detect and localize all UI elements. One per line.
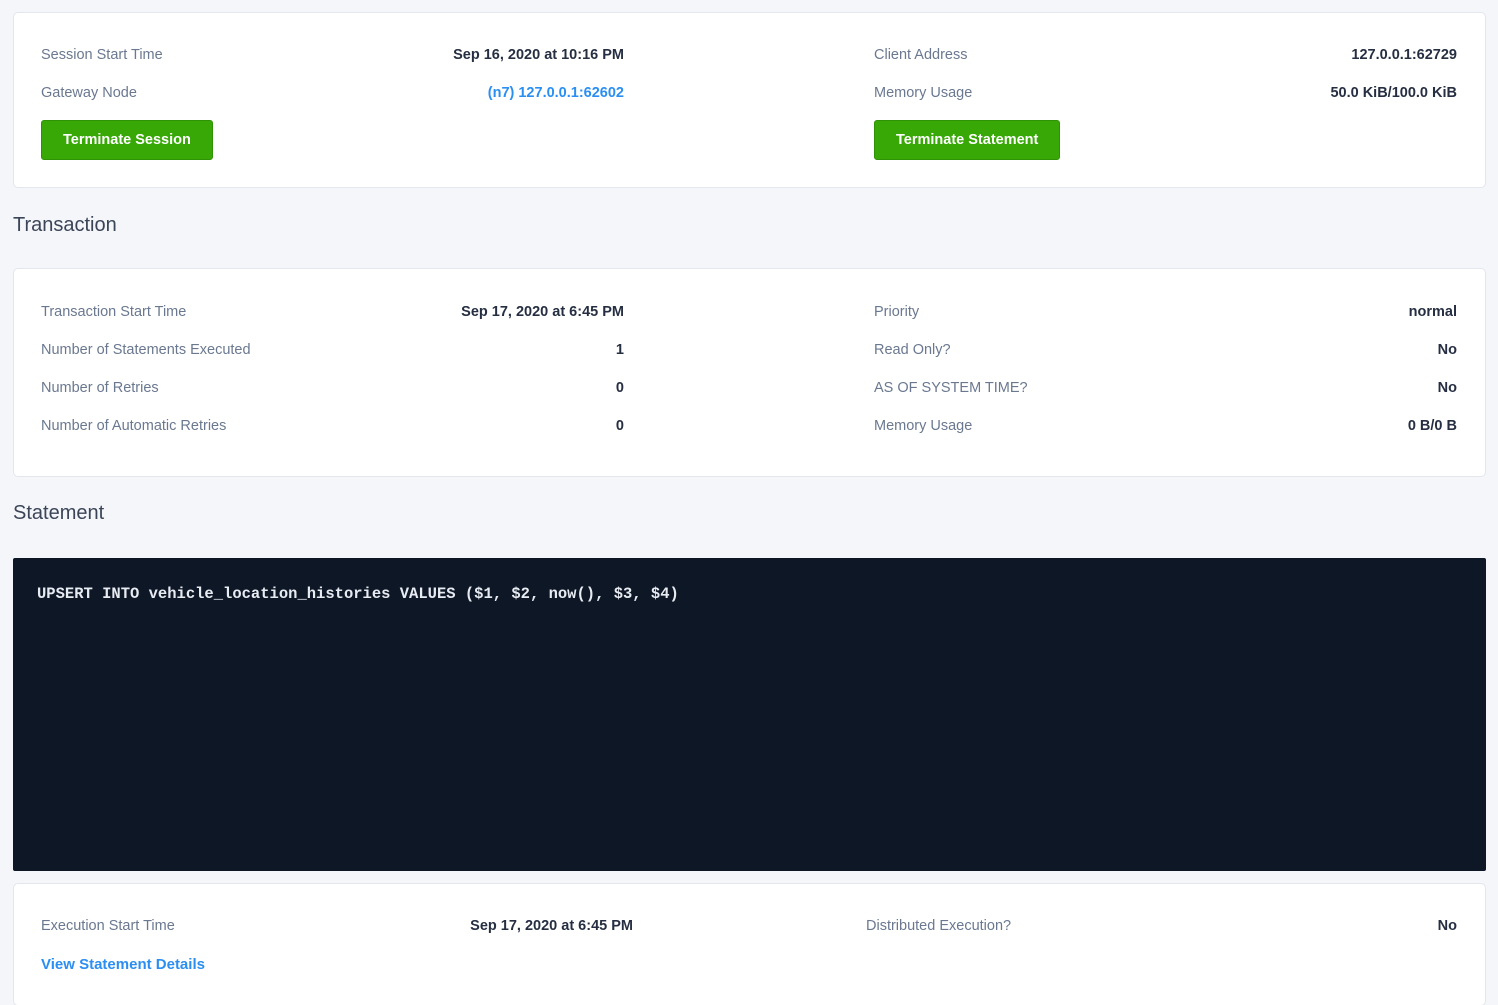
retries-label: Number of Retries — [41, 380, 159, 396]
automatic-retries-label: Number of Automatic Retries — [41, 418, 226, 434]
session-memory-usage-row: Memory Usage 50.0 KiB/100.0 KiB — [874, 74, 1457, 112]
execution-card-left-column: Execution Start Time Sep 17, 2020 at 6:4… — [41, 907, 633, 1005]
sql-statement-text: UPSERT INTO vehicle_location_histories V… — [37, 585, 679, 603]
distributed-execution-label: Distributed Execution? — [866, 918, 1011, 934]
session-summary-card: Session Start Time Sep 16, 2020 at 10:16… — [13, 12, 1486, 188]
statement-sql-box: UPSERT INTO vehicle_location_histories V… — [13, 558, 1486, 871]
statement-execution-card: Execution Start Time Sep 17, 2020 at 6:4… — [13, 883, 1486, 1005]
gateway-node-label: Gateway Node — [41, 85, 137, 101]
transaction-memory-usage-value: 0 B/0 B — [1408, 418, 1457, 434]
statement-section-title: Statement — [13, 500, 1486, 527]
retries-value: 0 — [616, 380, 624, 396]
statements-executed-value: 1 — [616, 342, 624, 358]
session-memory-usage-value: 50.0 KiB/100.0 KiB — [1330, 85, 1457, 101]
as-of-system-time-row: AS OF SYSTEM TIME? No — [874, 369, 1457, 407]
session-details-page: Session Start Time Sep 16, 2020 at 10:16… — [0, 0, 1498, 1005]
terminate-session-button[interactable]: Terminate Session — [41, 120, 213, 160]
session-start-time-label: Session Start Time — [41, 47, 163, 63]
client-address-row: Client Address 127.0.0.1:62729 — [874, 36, 1457, 74]
view-statement-details-row: View Statement Details — [41, 945, 633, 983]
transaction-section-title: Transaction — [13, 212, 1486, 239]
distributed-execution-row: Distributed Execution? No — [866, 907, 1457, 945]
transaction-memory-usage-row: Memory Usage 0 B/0 B — [874, 407, 1457, 445]
transaction-memory-usage-label: Memory Usage — [874, 418, 972, 434]
priority-label: Priority — [874, 304, 919, 320]
session-start-time-value: Sep 16, 2020 at 10:16 PM — [453, 47, 624, 63]
read-only-value: No — [1438, 342, 1457, 358]
execution-start-time-label: Execution Start Time — [41, 918, 175, 934]
transaction-start-time-row: Transaction Start Time Sep 17, 2020 at 6… — [41, 293, 624, 331]
terminate-statement-button[interactable]: Terminate Statement — [874, 120, 1060, 160]
statements-executed-row: Number of Statements Executed 1 — [41, 331, 624, 369]
session-memory-usage-label: Memory Usage — [874, 85, 972, 101]
execution-start-time-value: Sep 17, 2020 at 6:45 PM — [470, 918, 633, 934]
automatic-retries-row: Number of Automatic Retries 0 — [41, 407, 624, 445]
retries-row: Number of Retries 0 — [41, 369, 624, 407]
execution-start-time-row: Execution Start Time Sep 17, 2020 at 6:4… — [41, 907, 633, 945]
transaction-start-time-value: Sep 17, 2020 at 6:45 PM — [461, 304, 624, 320]
transaction-start-time-label: Transaction Start Time — [41, 304, 186, 320]
client-address-value: 127.0.0.1:62729 — [1351, 47, 1457, 63]
transaction-card-left-column: Transaction Start Time Sep 17, 2020 at 6… — [41, 293, 624, 476]
priority-value: normal — [1409, 304, 1457, 320]
gateway-node-row: Gateway Node (n7) 127.0.0.1:62602 — [41, 74, 624, 112]
transaction-card-right-column: Priority normal Read Only? No AS OF SYST… — [874, 293, 1457, 476]
read-only-row: Read Only? No — [874, 331, 1457, 369]
view-statement-details-link[interactable]: View Statement Details — [41, 956, 205, 973]
as-of-system-time-label: AS OF SYSTEM TIME? — [874, 380, 1028, 396]
automatic-retries-value: 0 — [616, 418, 624, 434]
session-card-left-column: Session Start Time Sep 16, 2020 at 10:16… — [41, 36, 624, 187]
read-only-label: Read Only? — [874, 342, 951, 358]
session-card-right-column: Client Address 127.0.0.1:62729 Memory Us… — [874, 36, 1457, 187]
client-address-label: Client Address — [874, 47, 968, 63]
as-of-system-time-value: No — [1438, 380, 1457, 396]
transaction-summary-card: Transaction Start Time Sep 17, 2020 at 6… — [13, 268, 1486, 477]
execution-card-right-column: Distributed Execution? No — [866, 907, 1457, 1005]
statements-executed-label: Number of Statements Executed — [41, 342, 251, 358]
distributed-execution-value: No — [1438, 918, 1457, 934]
gateway-node-link[interactable]: (n7) 127.0.0.1:62602 — [488, 85, 624, 101]
session-start-time-row: Session Start Time Sep 16, 2020 at 10:16… — [41, 36, 624, 74]
priority-row: Priority normal — [874, 293, 1457, 331]
